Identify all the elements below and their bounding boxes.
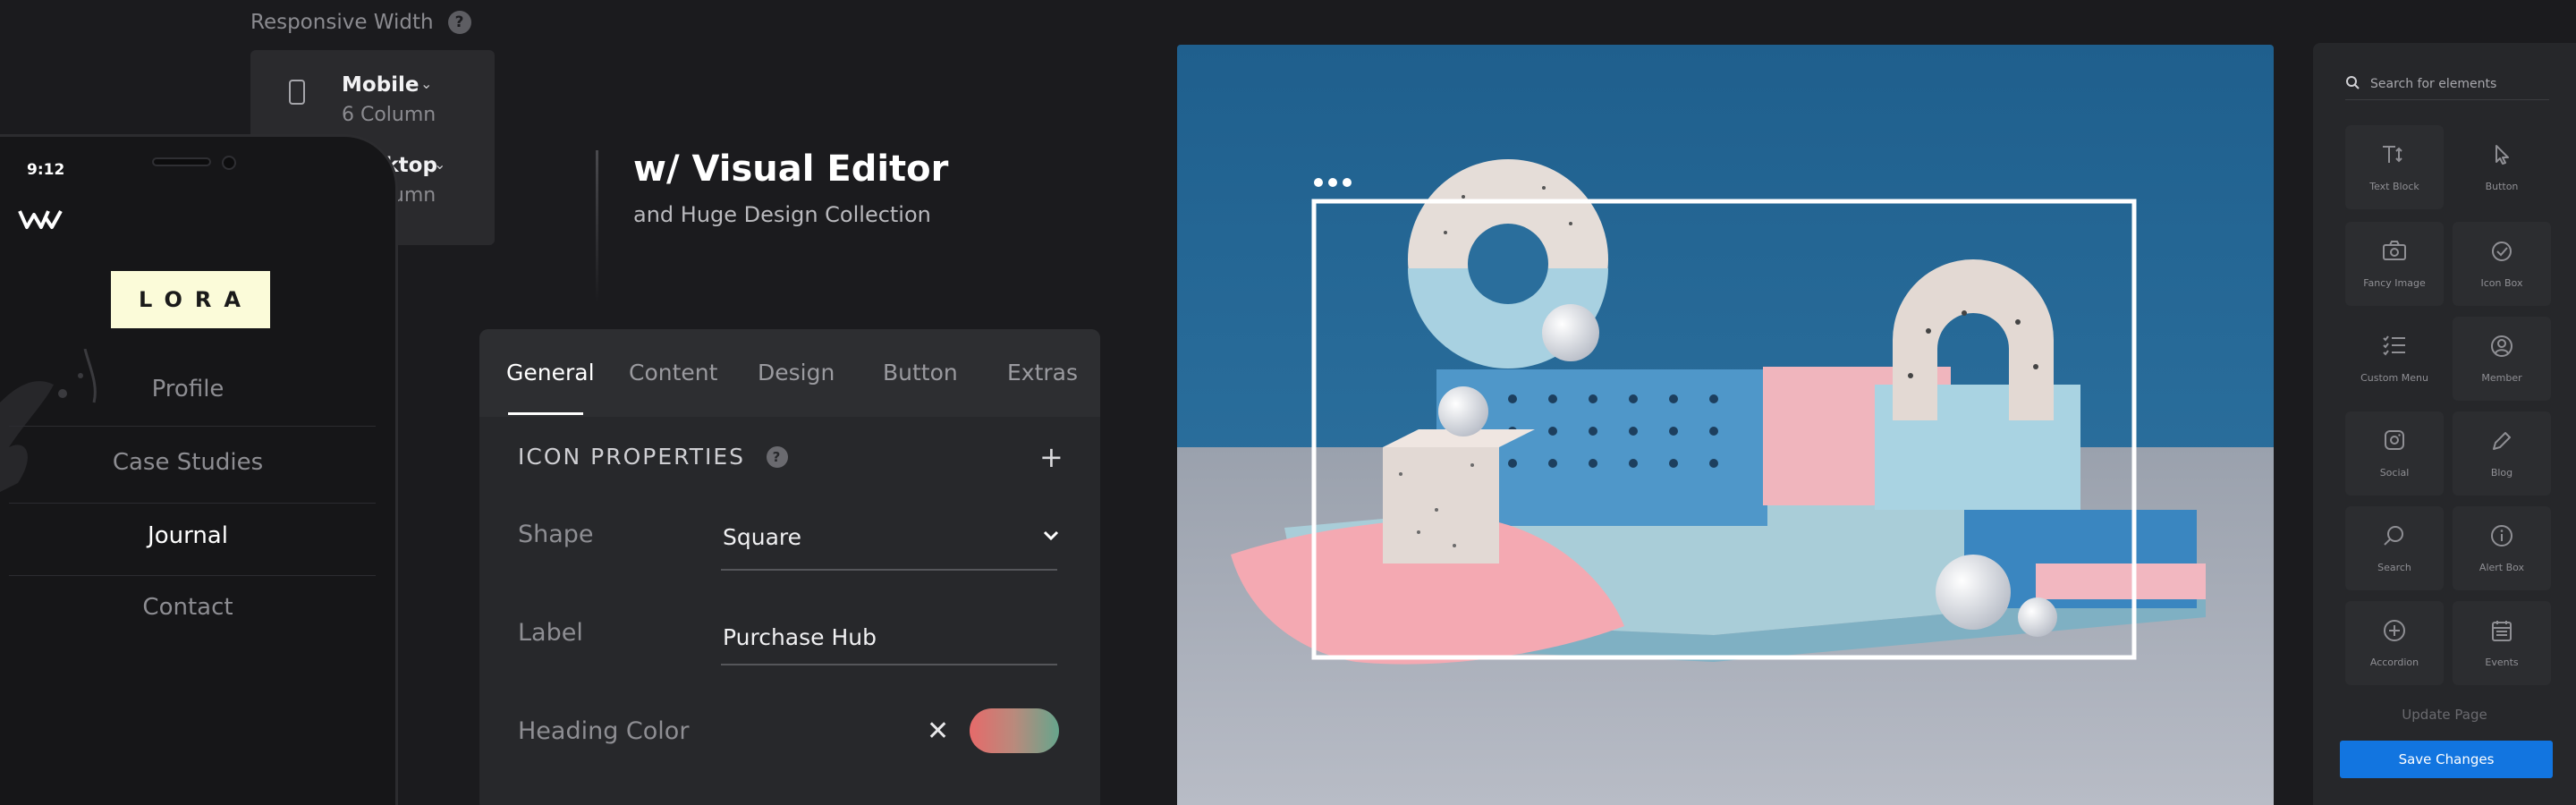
- hero-title: w/ Visual Editor: [633, 148, 949, 190]
- responsive-width-label: Responsive Width ?: [250, 11, 471, 34]
- element-label: Icon Box: [2480, 277, 2523, 289]
- element-member[interactable]: Member: [2453, 317, 2551, 401]
- shape-select[interactable]: Square: [723, 524, 801, 550]
- section-header: ICON PROPERTIES ?: [518, 444, 789, 470]
- element-label: Member: [2481, 372, 2522, 384]
- chevron-down-icon: ⌄: [420, 75, 433, 92]
- element-label: Fancy Image: [2363, 277, 2426, 289]
- check-circle-icon: [2490, 240, 2513, 267]
- element-fancy-image[interactable]: Fancy Image: [2345, 222, 2444, 306]
- element-label: Accordion: [2369, 657, 2419, 668]
- search-icon: [2345, 75, 2360, 93]
- camera-icon: [2382, 240, 2407, 265]
- preview-image: [1177, 45, 2274, 805]
- element-button[interactable]: Button: [2453, 125, 2551, 209]
- element-accordion[interactable]: Accordion: [2345, 601, 2444, 685]
- brand-logo[interactable]: LORA: [111, 271, 270, 328]
- element-label: Custom Menu: [2360, 372, 2428, 384]
- tab-content[interactable]: Content: [629, 360, 717, 386]
- element-label: Button: [2485, 181, 2519, 192]
- instagram-icon: [2384, 429, 2405, 454]
- element-custom-menu[interactable]: Custom Menu: [2345, 317, 2444, 401]
- search-input[interactable]: Search for elements: [2345, 68, 2549, 100]
- responsive-width-title: Responsive Width: [250, 11, 434, 34]
- nav-divider: [9, 503, 376, 504]
- tab-general[interactable]: General: [506, 360, 595, 386]
- element-blog[interactable]: Blog: [2453, 411, 2551, 496]
- pen-icon: [2490, 429, 2513, 456]
- element-social[interactable]: Social: [2345, 411, 2444, 496]
- user-icon: [2490, 335, 2513, 361]
- phone-icon: [288, 79, 306, 109]
- search-icon: [2383, 524, 2406, 551]
- label-underline: [721, 664, 1057, 665]
- section-title: ICON PROPERTIES: [518, 444, 746, 470]
- help-icon[interactable]: ?: [447, 11, 471, 34]
- label-label: Label: [518, 619, 583, 647]
- settings-tabs: General Content Design Button Extras: [479, 329, 1100, 417]
- heading-color-label: Heading Color: [518, 717, 690, 745]
- nav-item-journal[interactable]: Journal: [0, 522, 376, 549]
- accent-bar: [596, 150, 598, 302]
- info-icon: [2490, 524, 2513, 551]
- element-label: Text Block: [2369, 181, 2419, 192]
- nav-item-case-studies[interactable]: Case Studies: [0, 449, 376, 476]
- element-search[interactable]: Search: [2345, 506, 2444, 590]
- element-icon-box[interactable]: Icon Box: [2453, 222, 2551, 306]
- list-check-icon: [2382, 335, 2407, 360]
- plus-circle-icon: [2383, 619, 2406, 646]
- option-mobile-name: Mobile: [342, 73, 419, 97]
- chevron-down-icon: ⌄: [434, 156, 446, 173]
- update-page-link[interactable]: Update Page: [2313, 707, 2576, 723]
- phone-camera: [222, 156, 236, 170]
- clear-color-icon[interactable]: ✕: [927, 716, 949, 747]
- chevron-down-icon[interactable]: [1043, 528, 1059, 545]
- logo-icon: [18, 208, 63, 234]
- nav-item-profile[interactable]: Profile: [0, 376, 376, 402]
- tab-extras[interactable]: Extras: [1007, 360, 1078, 386]
- save-changes-button[interactable]: Save Changes: [2340, 741, 2553, 778]
- nav-divider: [9, 426, 376, 427]
- hero-subtitle: and Huge Design Collection: [633, 202, 931, 227]
- cursor-icon: [2491, 143, 2512, 170]
- help-icon[interactable]: ?: [767, 445, 789, 468]
- nav-item-contact[interactable]: Contact: [0, 594, 376, 621]
- paint-splash-decoration: [0, 348, 116, 513]
- active-tab-indicator: [508, 412, 583, 415]
- nav-divider: [9, 575, 376, 576]
- element-label: Search: [2377, 562, 2411, 573]
- text-size-icon: [2381, 143, 2408, 170]
- element-text-block[interactable]: Text Block: [2345, 125, 2444, 209]
- elements-panel: Search for elements Text Block Button Fa…: [2313, 43, 2576, 805]
- calendar-icon: [2491, 619, 2512, 646]
- option-mobile-sub: 6 Column: [342, 104, 436, 126]
- search-placeholder: Search for elements: [2370, 76, 2497, 91]
- element-label: Social: [2379, 467, 2410, 479]
- shape-underline: [721, 569, 1057, 571]
- label-input[interactable]: Purchase Hub: [723, 624, 877, 650]
- color-swatch[interactable]: [970, 708, 1059, 753]
- settings-panel: General Content Design Button Extras ICO…: [479, 329, 1100, 805]
- tab-button[interactable]: Button: [883, 360, 958, 386]
- element-label: Events: [2485, 657, 2519, 668]
- shape-label: Shape: [518, 521, 594, 548]
- element-events[interactable]: Events: [2453, 601, 2551, 685]
- element-label: Alert Box: [2479, 562, 2525, 573]
- phone-speaker: [152, 157, 211, 166]
- element-alert-box[interactable]: Alert Box: [2453, 506, 2551, 590]
- add-icon[interactable]: +: [1039, 440, 1063, 474]
- element-label: Blog: [2490, 467, 2513, 479]
- option-mobile[interactable]: Mobile ⌄ 6 Column: [250, 50, 495, 131]
- phone-time: 9:12: [27, 161, 65, 179]
- tab-design[interactable]: Design: [758, 360, 835, 386]
